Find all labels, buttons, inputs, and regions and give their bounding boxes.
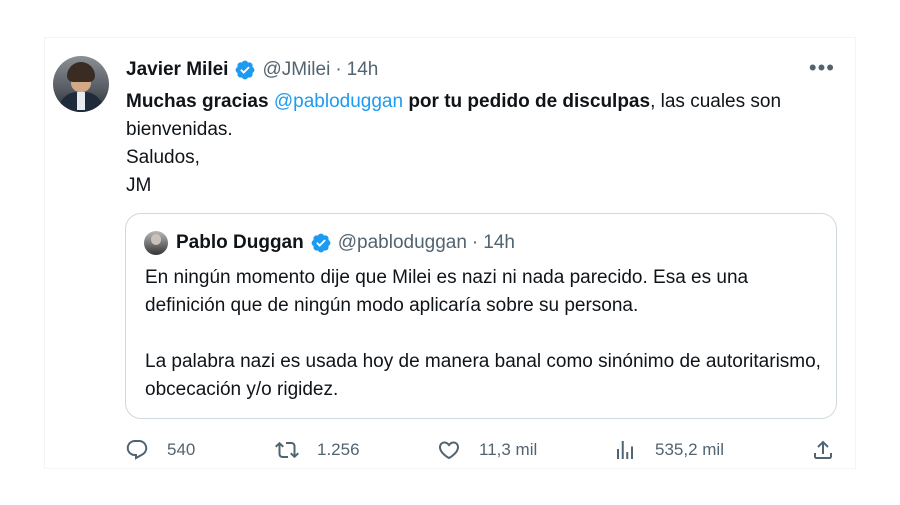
views-count: 535,2 mil (655, 440, 724, 459)
mention-link[interactable]: @pabloduggan (274, 91, 403, 112)
separator: · (335, 59, 342, 80)
quoted-header: Pablo Duggan @pabloduggan · 14h (176, 231, 515, 255)
quoted-separator: · (471, 232, 479, 253)
like-count: 11,3 mil (479, 440, 538, 459)
reply-button[interactable]: 540 (125, 438, 195, 462)
tweet-bold-2: por tu pedido de disculpas (408, 91, 651, 112)
tweet-text: Muchas gracias @pabloduggan por tu pedid… (126, 88, 816, 200)
quoted-author-name[interactable]: Pablo Duggan (176, 232, 304, 254)
quoted-paragraph-2: La palabra nazi es usada hoy de manera b… (145, 351, 821, 400)
avatar[interactable] (53, 56, 109, 112)
tweet-card[interactable]: Javier Milei @JMilei · 14h ••• Muchas gr… (45, 38, 855, 468)
quoted-avatar[interactable] (144, 231, 168, 255)
tweet-bold-1: Muchas gracias (126, 91, 269, 112)
quoted-avatar-face (151, 234, 161, 245)
quoted-paragraph-1: En ningún momento dije que Milei es nazi… (145, 267, 749, 316)
retweet-icon (275, 441, 299, 459)
tweet-header: Javier Milei @JMilei · 14h (126, 58, 378, 82)
author-handle[interactable]: @JMilei (262, 59, 330, 81)
reply-count: 540 (167, 440, 196, 459)
quoted-tweet[interactable]: Pablo Duggan @pabloduggan · 14h En ningú… (125, 213, 837, 419)
share-icon (814, 440, 832, 459)
tweet-line-2: Saludos, (126, 147, 200, 168)
retweet-button[interactable]: 1.256 (275, 438, 360, 462)
quoted-text: En ningún momento dije que Milei es nazi… (145, 264, 825, 404)
avatar-shirt (77, 92, 85, 110)
avatar-hair (67, 62, 95, 82)
views-icon (617, 441, 633, 459)
tweet-line-3: JM (126, 175, 152, 196)
quoted-handle[interactable]: @pabloduggan (338, 232, 467, 254)
like-icon (438, 441, 460, 460)
tweet-line-1: Muchas gracias @pabloduggan por tu pedid… (126, 88, 816, 144)
verified-badge-icon (234, 59, 256, 81)
action-bar: 540 1.256 11,3 mil 535,2 mil (125, 438, 837, 466)
timestamp[interactable]: 14h (347, 59, 379, 81)
retweet-count: 1.256 (317, 440, 360, 459)
like-button[interactable]: 11,3 mil (437, 438, 537, 462)
more-icon[interactable]: ••• (809, 57, 835, 79)
author-name[interactable]: Javier Milei (126, 59, 228, 81)
reply-icon (126, 440, 148, 460)
quoted-timestamp[interactable]: 14h (483, 232, 515, 254)
verified-badge-icon (310, 232, 332, 254)
share-button[interactable] (811, 438, 835, 462)
views-button[interactable]: 535,2 mil (613, 438, 724, 462)
